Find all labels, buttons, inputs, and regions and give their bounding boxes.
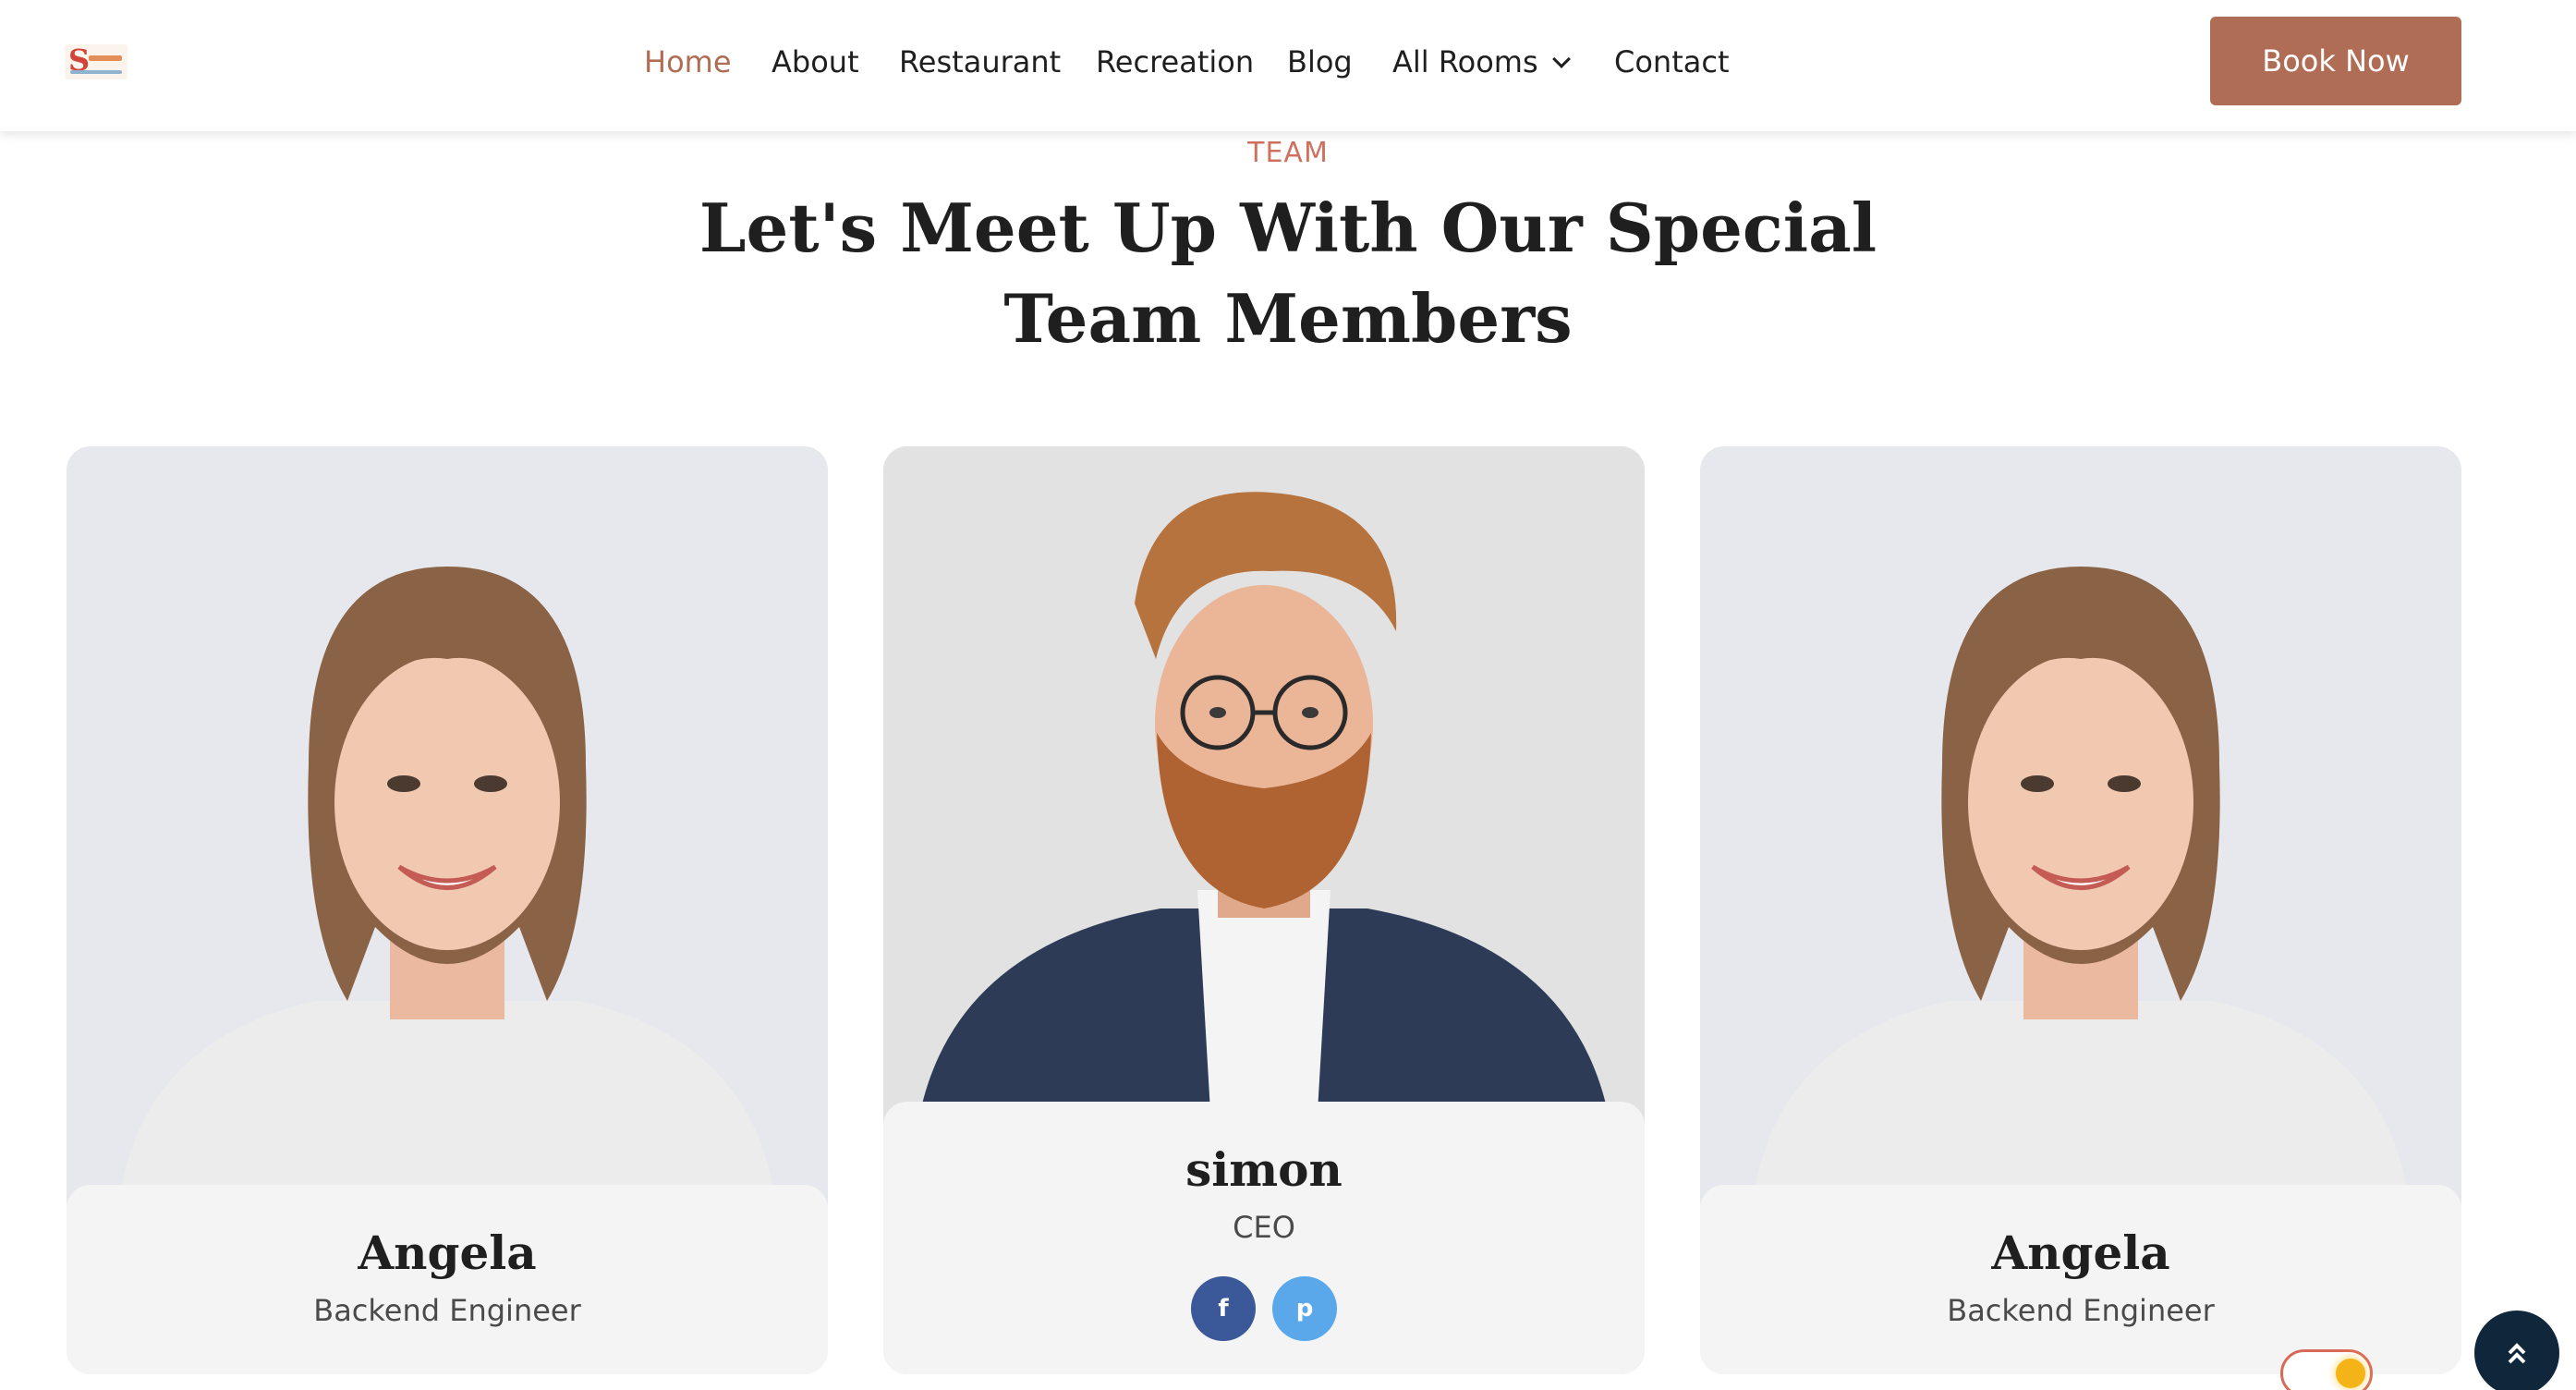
facebook-icon[interactable]: f [1191, 1276, 1256, 1341]
book-now-button[interactable]: Book Now [2210, 17, 2461, 105]
team-member-role: CEO [1233, 1210, 1295, 1245]
pinterest-icon[interactable]: p [1272, 1276, 1337, 1341]
section-eyebrow: TEAM [1247, 137, 1329, 169]
team-member-photo [1700, 446, 2461, 1204]
nav-home[interactable]: Home [644, 41, 732, 83]
team-card[interactable]: Angela Backend Engineer [67, 446, 828, 1374]
team-member-role: Backend Engineer [1947, 1293, 2215, 1328]
nav-restaurant[interactable]: Restaurant [899, 41, 1061, 83]
site-header: S Home About Restaurant Recreation Blog … [0, 0, 2576, 131]
nav-contact[interactable]: Contact [1614, 41, 1730, 83]
team-member-name: Angela [1991, 1225, 2170, 1280]
section-title-line1: Let's Meet Up With Our Special [699, 189, 1877, 267]
team-card[interactable]: Angela Backend Engineer [1700, 446, 2461, 1374]
team-card-info: Angela Backend Engineer [1700, 1185, 2461, 1374]
nav-blog[interactable]: Blog [1287, 41, 1353, 83]
nav-recreation[interactable]: Recreation [1096, 41, 1254, 83]
social-links: f p [883, 1276, 1645, 1341]
sun-icon [2336, 1359, 2365, 1388]
scroll-to-top-button[interactable] [2474, 1311, 2559, 1390]
nav-all-rooms[interactable]: All Rooms [1392, 41, 1571, 83]
team-member-name: simon [1185, 1142, 1343, 1197]
team-card[interactable]: simon CEO f p [883, 446, 1645, 1374]
section-title-line2: Team Members [1003, 279, 1573, 358]
team-card-info: Angela Backend Engineer [67, 1185, 828, 1374]
nav-about[interactable]: About [772, 41, 859, 83]
site-logo[interactable]: S [65, 44, 128, 79]
team-member-name: Angela [358, 1225, 537, 1280]
double-chevron-up-icon [2508, 1343, 2526, 1364]
section-title: Let's Meet Up With Our Special Team Memb… [641, 183, 1935, 364]
team-member-role: Backend Engineer [313, 1293, 581, 1328]
team-member-photo [883, 446, 1645, 1204]
team-member-photo [67, 446, 828, 1204]
team-card-info: simon CEO f p [883, 1102, 1645, 1374]
chevron-down-icon [1551, 50, 1571, 68]
nav-all-rooms-label: All Rooms [1392, 44, 1538, 79]
